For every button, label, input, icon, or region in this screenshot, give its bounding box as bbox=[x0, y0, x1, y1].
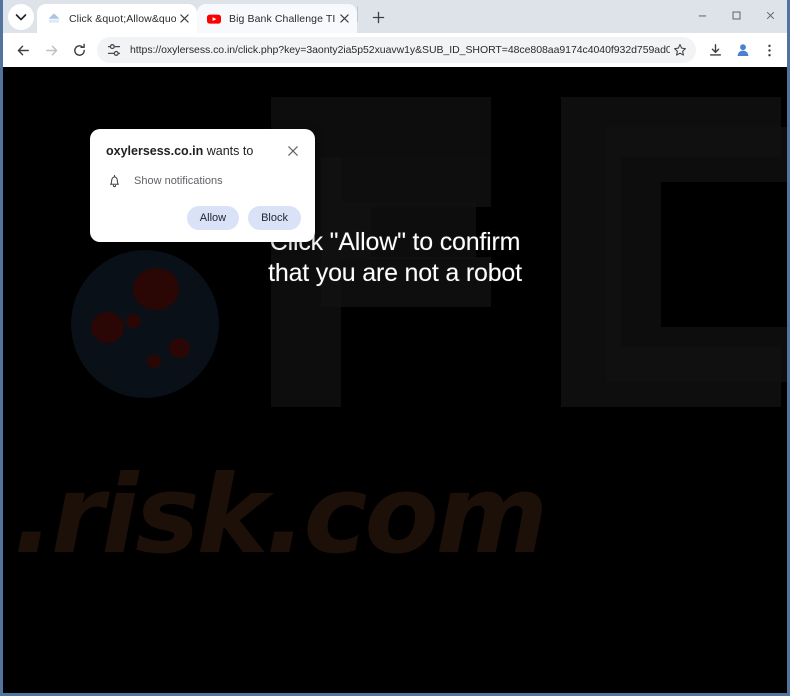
maximize-button[interactable] bbox=[719, 0, 753, 31]
tab-title: Big Bank Challenge TIKTOK #ti bbox=[229, 12, 336, 25]
dialog-actions: Allow Block bbox=[106, 206, 301, 230]
reload-button[interactable] bbox=[65, 36, 93, 64]
generic-page-icon bbox=[46, 11, 62, 27]
dialog-title: oxylersess.co.in wants to bbox=[106, 143, 253, 159]
tab-strip: Click &quot;Allow&quot; Big Bank Challen… bbox=[3, 0, 787, 33]
window-controls bbox=[685, 0, 787, 31]
decorative-dot bbox=[147, 355, 161, 368]
dialog-header: oxylersess.co.in wants to bbox=[106, 143, 301, 159]
headline-line-2: that you are not a robot bbox=[268, 258, 522, 287]
address-bar[interactable]: https://oxylersess.co.in/click.php?key=3… bbox=[97, 37, 696, 63]
minimize-icon bbox=[698, 15, 706, 17]
tab-click-allow[interactable]: Click &quot;Allow&quot; bbox=[37, 4, 197, 33]
download-icon bbox=[709, 43, 721, 56]
url-text: https://oxylersess.co.in/click.php?key=3… bbox=[130, 44, 670, 56]
arrow-left-icon bbox=[17, 45, 29, 55]
risk-watermark-text: .risk.com bbox=[13, 453, 548, 578]
plus-icon bbox=[372, 11, 384, 23]
tab-big-bank-challenge[interactable]: Big Bank Challenge TIKTOK #ti bbox=[197, 4, 357, 33]
close-button[interactable] bbox=[753, 0, 787, 31]
bell-icon bbox=[106, 172, 123, 189]
permission-label: Show notifications bbox=[134, 174, 223, 187]
page-viewport: .risk.com Click "Allow" to confirm that … bbox=[3, 67, 787, 693]
dialog-title-suffix: wants to bbox=[203, 144, 254, 158]
youtube-icon bbox=[206, 11, 222, 27]
profile-avatar[interactable] bbox=[729, 36, 757, 64]
browser-toolbar: https://oxylersess.co.in/click.php?key=3… bbox=[3, 33, 787, 67]
block-button[interactable]: Block bbox=[248, 206, 301, 230]
site-settings-icon[interactable] bbox=[106, 42, 122, 58]
tab-close-icon[interactable] bbox=[176, 11, 192, 27]
tab-close-icon[interactable] bbox=[336, 11, 352, 27]
tab-search-button[interactable] bbox=[8, 4, 34, 30]
chrome-menu-button[interactable] bbox=[757, 36, 781, 64]
close-icon bbox=[288, 146, 298, 156]
minimize-button[interactable] bbox=[685, 0, 719, 31]
close-icon bbox=[766, 11, 774, 20]
permission-row: Show notifications bbox=[106, 172, 301, 189]
back-button[interactable] bbox=[9, 36, 37, 64]
decorative-dot bbox=[126, 314, 141, 328]
maximize-icon bbox=[732, 11, 740, 20]
dialog-close-button[interactable] bbox=[285, 143, 301, 159]
tab-separator bbox=[357, 5, 358, 22]
chevron-down-icon bbox=[15, 14, 27, 21]
new-tab-button[interactable] bbox=[364, 3, 392, 31]
more-vertical-icon bbox=[767, 44, 771, 56]
browser-window: Click &quot;Allow&quot; Big Bank Challen… bbox=[0, 0, 790, 696]
dialog-origin: oxylersess.co.in bbox=[106, 144, 204, 158]
decorative-dot bbox=[91, 312, 124, 343]
notification-permission-dialog: oxylersess.co.in wants to Show notificat… bbox=[90, 129, 315, 242]
arrow-right-icon bbox=[45, 45, 57, 55]
person-icon bbox=[737, 44, 749, 56]
downloads-button[interactable] bbox=[701, 36, 729, 64]
bookmark-star-icon[interactable] bbox=[670, 40, 690, 60]
decorative-dot bbox=[169, 338, 190, 358]
tab-title: Click &quot;Allow&quot; bbox=[69, 12, 176, 25]
reload-icon bbox=[73, 43, 85, 56]
forward-button[interactable] bbox=[37, 36, 65, 64]
allow-button[interactable]: Allow bbox=[186, 206, 240, 230]
